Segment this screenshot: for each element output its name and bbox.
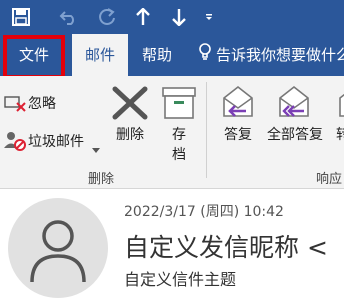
forward-button[interactable]: 转 <box>332 84 344 144</box>
delete-button[interactable]: 删除 <box>108 84 152 144</box>
reply-label: 答复 <box>224 127 252 143</box>
tab-mail[interactable]: 邮件 <box>72 34 128 76</box>
ignore-button[interactable]: 忽略 <box>4 92 84 114</box>
file-tab-highlight <box>3 35 65 79</box>
archive-icon <box>161 86 197 124</box>
ignore-icon <box>4 94 26 116</box>
chevron-down-icon <box>92 139 100 158</box>
forward-icon <box>336 84 344 124</box>
down-arrow-icon[interactable] <box>166 4 192 30</box>
reply-icon <box>220 84 256 124</box>
archive-button[interactable]: 存 档 <box>158 84 200 164</box>
customize-dropdown-icon[interactable] <box>200 4 218 30</box>
message-subject: 自定义信件主题 <box>124 270 237 289</box>
archive-label-line2: 档 <box>172 147 186 163</box>
up-arrow-icon[interactable] <box>130 4 156 30</box>
reply-all-icon <box>276 84 314 124</box>
junk-label: 垃圾邮件 <box>28 134 84 150</box>
undo-icon[interactable] <box>56 4 82 30</box>
junk-button[interactable]: 垃圾邮件 <box>4 130 104 155</box>
lightbulb-icon <box>198 35 212 77</box>
message-sender[interactable]: 自定义发信昵称 < <box>124 228 328 264</box>
redo-icon[interactable] <box>94 4 120 30</box>
tell-me-text: 告诉我你想要做什么 <box>216 46 344 64</box>
delete-label: 删除 <box>116 127 144 143</box>
reply-all-label: 全部答复 <box>267 127 323 143</box>
person-icon <box>30 220 86 283</box>
save-icon[interactable] <box>8 4 34 30</box>
delete-group-label: 删除 <box>88 172 115 187</box>
archive-label-line1: 存 <box>172 127 186 143</box>
junk-icon <box>4 131 26 155</box>
ignore-label: 忽略 <box>28 96 56 112</box>
reply-all-button[interactable]: 全部答复 <box>262 84 328 144</box>
avatar <box>8 198 108 298</box>
quick-access-toolbar <box>0 0 344 34</box>
message-date: 2022/3/17 (周四) 10:42 <box>124 204 284 220</box>
tell-me-box[interactable]: 告诉我你想要做什么 <box>198 34 344 76</box>
delete-icon <box>112 86 148 124</box>
forward-label: 转 <box>336 127 344 143</box>
group-separator <box>206 82 207 178</box>
respond-group-label: 响应 <box>316 172 343 187</box>
reply-button[interactable]: 答复 <box>216 84 260 144</box>
tab-help[interactable]: 帮助 <box>132 34 182 76</box>
